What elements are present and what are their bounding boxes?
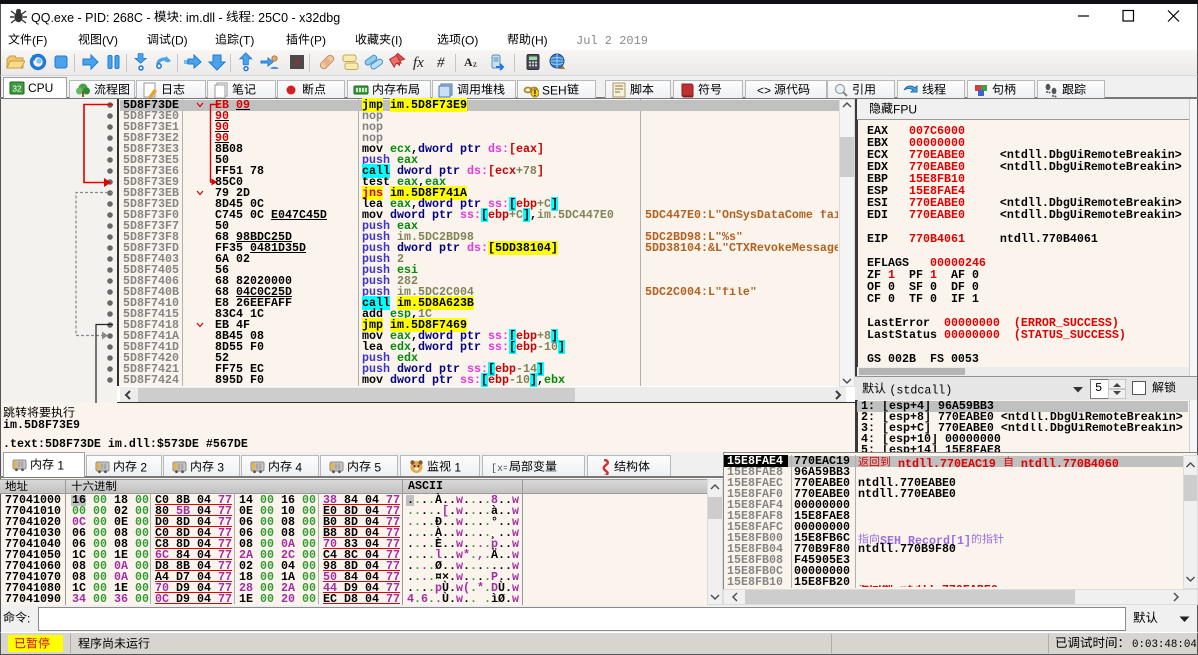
svg-text:A: A xyxy=(464,55,473,69)
svg-text:[x=]: [x=] xyxy=(491,463,507,475)
svg-text:fx: fx xyxy=(413,55,424,71)
svg-text:#: # xyxy=(437,55,445,71)
svg-text:!: ! xyxy=(534,89,537,98)
svg-text:S: S xyxy=(294,57,300,69)
svg-text:z: z xyxy=(473,59,477,69)
